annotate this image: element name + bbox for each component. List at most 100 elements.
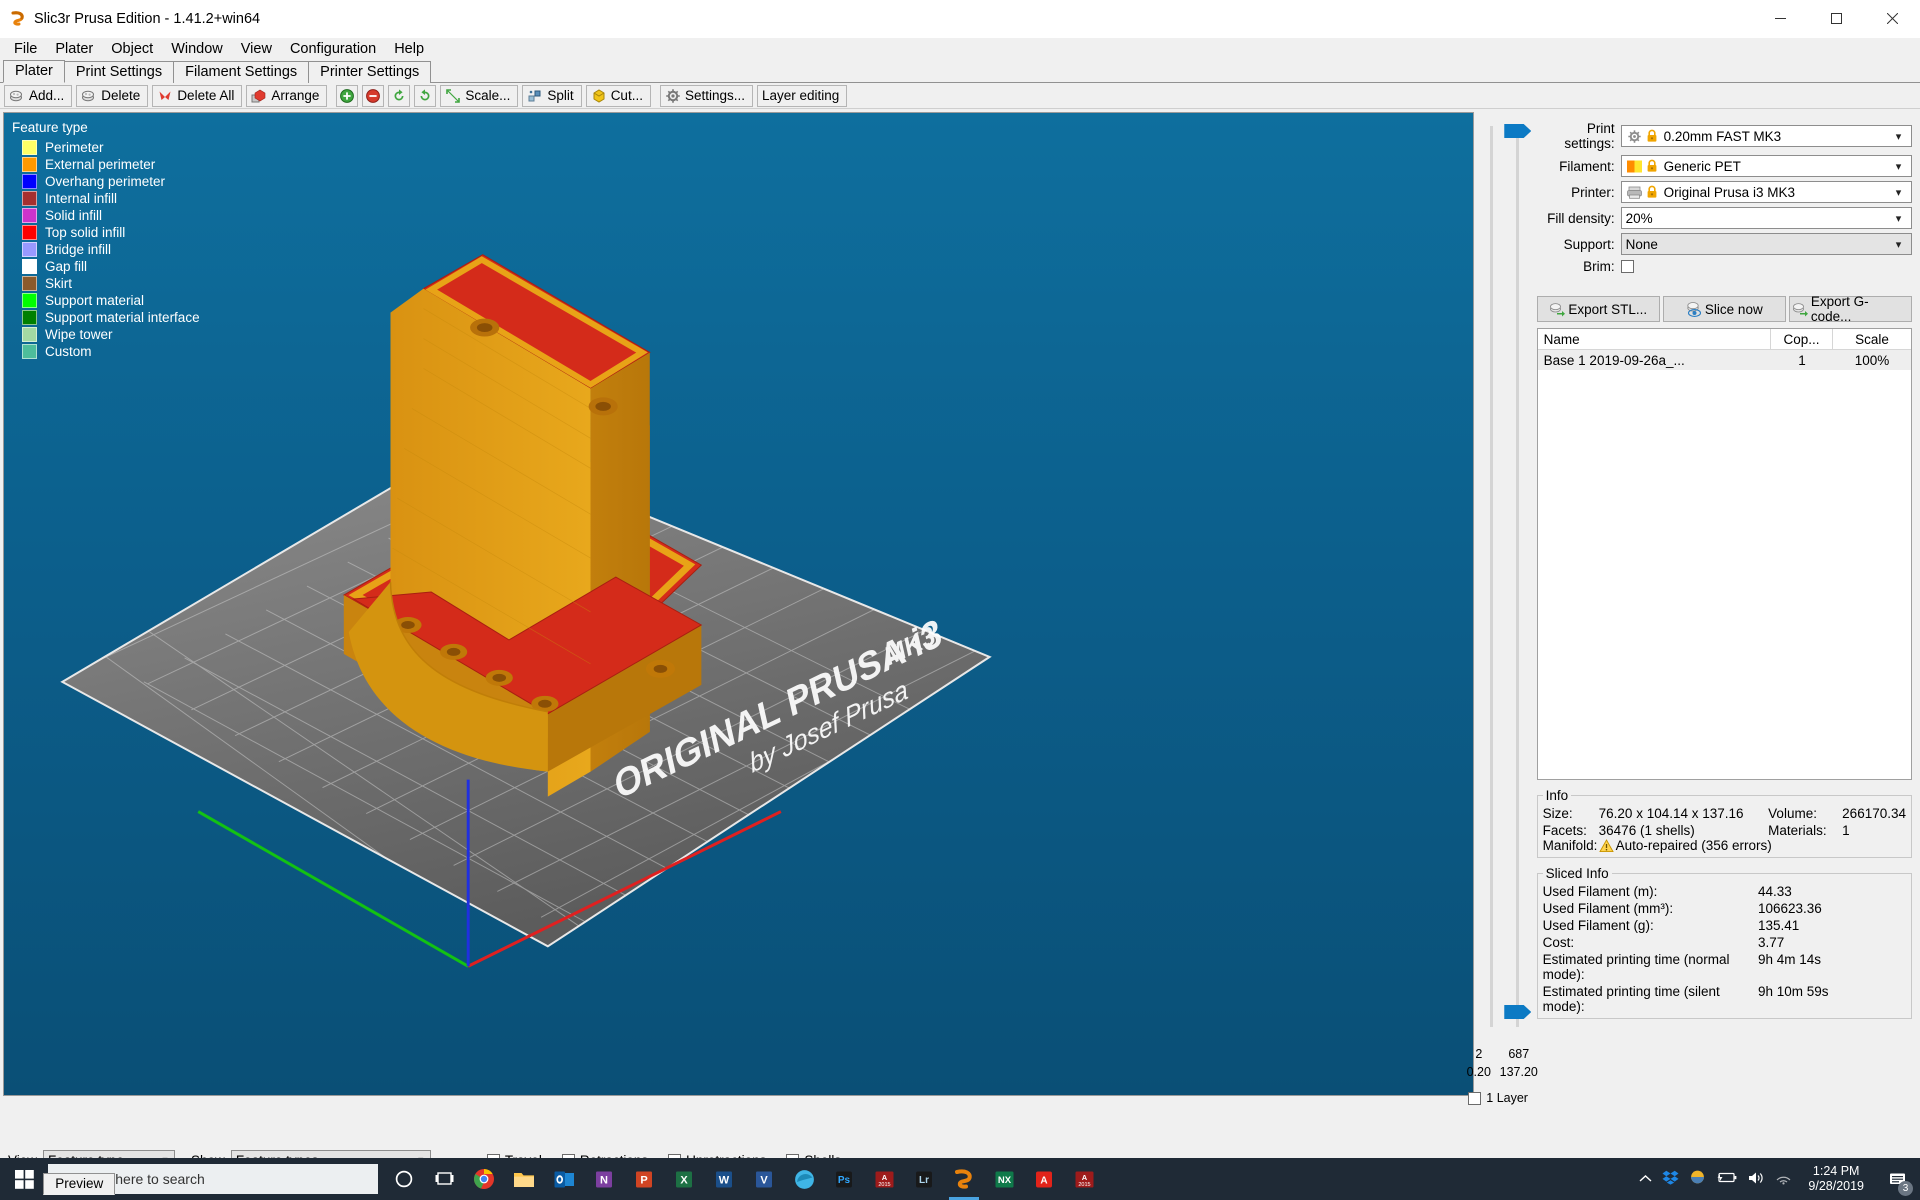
warning-triangle-icon [1598, 838, 1614, 852]
fill-density-combo[interactable]: 20% ▾ [1620, 207, 1912, 229]
column-header-scale[interactable]: Scale [1833, 329, 1911, 349]
cut-button[interactable]: Cut... [585, 84, 651, 107]
maximize-button[interactable] [1808, 0, 1864, 38]
taskbar-app-word[interactable]: W [704, 1158, 744, 1200]
layer-slider-track-right[interactable] [1516, 126, 1520, 1027]
tab-preview[interactable]: Preview [43, 1173, 116, 1195]
minimize-button[interactable] [1752, 0, 1808, 38]
layer-slider-thumb-bottom[interactable] [1504, 1005, 1532, 1019]
taskbar-app-onenote[interactable]: N [584, 1158, 624, 1200]
legend-item-overhang-perimeter: Overhang perimeter [12, 173, 200, 190]
print-settings-value: 0.20mm FAST MK3 [1663, 128, 1782, 144]
taskbar-clock[interactable]: 1:24 PM 9/28/2019 [1802, 1164, 1870, 1194]
menu-item-plater[interactable]: Plater [46, 38, 102, 61]
taskbar-app-outlook[interactable] [544, 1158, 584, 1200]
rotate-cw-button[interactable] [414, 84, 437, 107]
taskbar-app-file-explorer[interactable] [504, 1158, 544, 1200]
chevron-down-icon[interactable]: ▾ [1890, 212, 1907, 225]
task-view-button[interactable] [424, 1158, 464, 1200]
decrease-copies-button[interactable] [362, 84, 385, 107]
taskbar-app-powerpoint[interactable]: P [624, 1158, 664, 1200]
taskbar-app-visio[interactable]: V [744, 1158, 784, 1200]
layer-slider-column[interactable]: 2 687 0.20 137.20 1 Layer [1467, 112, 1538, 1147]
chevron-down-icon[interactable]: ▾ [1890, 130, 1907, 143]
close-button[interactable] [1864, 0, 1920, 38]
slice-now-button[interactable]: Slice now [1662, 296, 1786, 322]
arrange-button[interactable]: Arrange [246, 84, 328, 107]
menu-item-object[interactable]: Object [102, 38, 162, 61]
tray-battery-icon-button[interactable] [1716, 1171, 1738, 1187]
taskbar-app-slic3r[interactable] [944, 1158, 984, 1200]
legend-item-skirt: Skirt [12, 275, 200, 292]
manifold-label: Manifold: [1542, 838, 1598, 853]
tray-volume-icon-button[interactable] [1748, 1171, 1765, 1188]
tray-expand-button[interactable] [1639, 1172, 1652, 1186]
layer-slider-thumb-top[interactable] [1504, 124, 1532, 138]
taskbar-app-lightroom[interactable]: Lr [904, 1158, 944, 1200]
tab-filament-settings[interactable]: Filament Settings [173, 61, 310, 83]
add-button[interactable]: Add... [4, 84, 73, 107]
cortana-button[interactable] [384, 1158, 424, 1200]
menu-item-file[interactable]: File [5, 38, 46, 61]
one-layer-checkbox-row[interactable]: 1 Layer [1468, 1091, 1528, 1105]
brim-checkbox[interactable] [1620, 260, 1634, 273]
taskbar-app-photoshop[interactable]: Ps [824, 1158, 864, 1200]
menu-item-view[interactable]: View [232, 38, 281, 61]
materials-value: 1 [1842, 823, 1850, 838]
cost-label: Cost: [1542, 935, 1575, 950]
menu-item-window[interactable]: Window [162, 38, 232, 61]
settings-button[interactable]: Settings... [659, 84, 753, 107]
column-header-name[interactable]: Name [1538, 329, 1771, 349]
tab-plater[interactable]: Plater [3, 60, 65, 83]
chevron-down-icon[interactable]: ▾ [1890, 186, 1907, 199]
tray-dropbox-icon-button[interactable] [1662, 1170, 1679, 1188]
print-settings-combo[interactable]: 0.20mm FAST MK3 ▾ [1620, 125, 1912, 147]
taskbar-app-autocad-2015[interactable]: A 2015 [864, 1158, 904, 1200]
layer-editing-button[interactable]: Layer editing [757, 84, 848, 107]
sliced-info-legend: Sliced Info [1545, 866, 1609, 881]
window-controls [1752, 0, 1920, 38]
object-name-cell: Base 1 2019-09-26a_... [1543, 352, 1685, 368]
chevron-down-icon[interactable]: ▾ [1890, 160, 1907, 173]
volume-label: Volume: [1768, 806, 1817, 821]
3d-viewport[interactable]: ORIGINAL PRUSA i3 MK3 by Josef Prusa Fea… [3, 112, 1475, 1096]
start-button[interactable] [0, 1158, 48, 1200]
table-row[interactable]: Base 1 2019-09-26a_... 1 100% [1537, 350, 1911, 370]
printer-combo[interactable]: Original Prusa i3 MK3 ▾ [1620, 181, 1912, 203]
filament-combo[interactable]: Generic PET ▾ [1620, 155, 1912, 177]
delete-button[interactable]: Delete [76, 84, 149, 107]
support-combo[interactable]: None ▾ [1620, 233, 1912, 255]
export-gcode-button[interactable]: Export G-code... [1788, 294, 1912, 324]
menu-item-help[interactable]: Help [385, 38, 433, 61]
taskbar-app-nx[interactable]: NX [984, 1158, 1024, 1200]
menu-item-configuration[interactable]: Configuration [281, 38, 385, 61]
action-center-button[interactable]: 3 [1880, 1158, 1914, 1200]
tab-print-settings[interactable]: Print Settings [63, 61, 175, 83]
taskbar-app-acrobat[interactable]: A [1024, 1158, 1064, 1200]
scale-button[interactable]: Scale... [440, 84, 519, 107]
title-bar: Slic3r Prusa Edition - 1.41.2+win64 [0, 0, 1920, 38]
chevron-down-icon[interactable]: ▾ [1890, 238, 1907, 251]
column-header-copies[interactable]: Cop... [1771, 329, 1833, 349]
gear-icon [1627, 129, 1641, 143]
taskbar-app-excel[interactable]: X [664, 1158, 704, 1200]
split-button[interactable]: Split [522, 84, 582, 107]
taskbar-app-chrome[interactable] [464, 1158, 504, 1200]
layer-slider-track-left[interactable] [1490, 126, 1494, 1027]
delete-all-button[interactable]: Delete All [152, 84, 243, 107]
taskbar-app-autocad-alt[interactable]: A 2015 [1064, 1158, 1104, 1200]
tray-weather-icon-button[interactable] [1689, 1170, 1706, 1188]
legend-swatch [22, 276, 37, 291]
legend-swatch [22, 293, 37, 308]
tab-printer-settings[interactable]: Printer Settings [308, 61, 432, 83]
export-stl-button[interactable]: Export STL... [1536, 296, 1660, 322]
rotate-ccw-button[interactable] [388, 84, 411, 107]
object-list-table[interactable]: Name Cop... Scale Base 1 2019-09-26a_...… [1536, 328, 1912, 780]
svg-text:Lr: Lr [919, 1175, 929, 1186]
increase-copies-button[interactable] [336, 84, 359, 107]
info-panel: Info Size: 76.20 x 104.14 x 137.16 Volum… [1536, 788, 1912, 858]
clock-date: 9/28/2019 [1808, 1179, 1864, 1193]
taskbar-app-edge[interactable] [784, 1158, 824, 1200]
tray-wifi-icon-button[interactable] [1775, 1171, 1792, 1188]
one-layer-checkbox[interactable] [1468, 1091, 1482, 1105]
